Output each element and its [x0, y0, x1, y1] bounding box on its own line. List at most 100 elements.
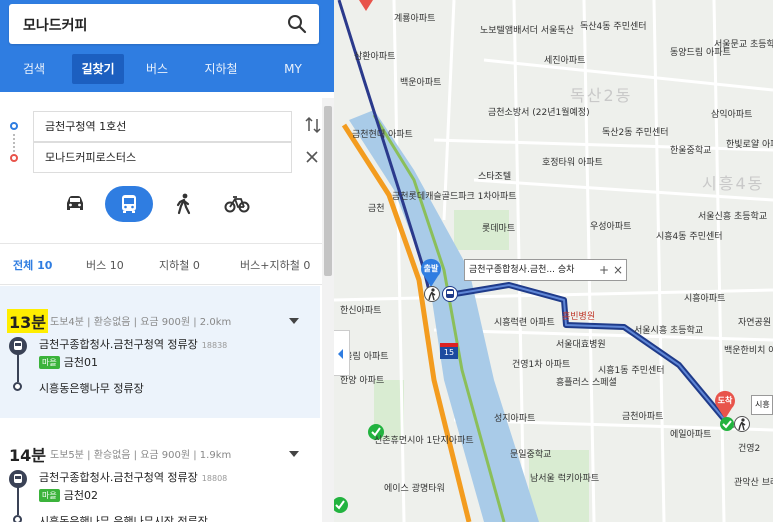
- map-label: 흥빈병원: [562, 312, 596, 322]
- search-input[interactable]: 모나드커피: [23, 15, 87, 35]
- map-label: 금천롯데캐슬골드파크 1차아파트: [392, 192, 517, 202]
- filter-label: 지하철: [159, 259, 190, 272]
- search-icon[interactable]: [287, 14, 307, 34]
- map-label: 우성아파트: [590, 222, 632, 232]
- alight-stop[interactable]: 시흥동은행나무 정류장: [39, 380, 144, 396]
- tab-subway[interactable]: 지하철: [190, 54, 252, 84]
- popup-text: 금천구종합청사.금천... 승차: [469, 265, 575, 275]
- top-bar: 모나드커피 검색 길찾기 버스 지하철 MY: [0, 0, 334, 92]
- close-icon[interactable]: ×: [613, 260, 623, 280]
- map-label: 서울신흥 초등학교: [698, 212, 768, 222]
- map-label: 시흥4동: [702, 174, 765, 193]
- route-result[interactable]: 13분 도보4분 | 환승없음 | 요금 900원 | 2.0km 금천구종합청…: [0, 286, 320, 418]
- alight-stop-icon: [13, 515, 22, 522]
- filter-bus-subway[interactable]: 버스+지하철 0: [240, 257, 310, 273]
- end-popup[interactable]: 시흥: [751, 395, 773, 415]
- filter-count: 0: [192, 259, 200, 272]
- chevron-down-icon[interactable]: [288, 317, 300, 325]
- filter-count: 0: [303, 259, 311, 272]
- bus-marker-icon: [442, 286, 458, 302]
- close-icon[interactable]: [305, 150, 319, 164]
- map-label: 에이스 광명타워: [384, 484, 445, 494]
- map-label: 삼익아파트: [711, 110, 753, 120]
- filter-all[interactable]: 전체 10: [10, 257, 55, 288]
- end-pin[interactable]: 도착: [714, 390, 736, 420]
- map-label: 동양드림 아파트: [670, 48, 731, 58]
- tab-search[interactable]: 검색: [0, 54, 68, 84]
- map-label: 금천현대 아파트: [352, 130, 413, 140]
- mode-car[interactable]: [52, 186, 98, 222]
- bus-line[interactable]: 마을 금천01: [39, 354, 98, 370]
- board-stop[interactable]: 금천구종합청사.금천구청역 정류장 18808: [39, 469, 227, 485]
- filter-count: 10: [109, 259, 124, 272]
- scrollbar-thumb[interactable]: [324, 106, 332, 276]
- map-label: 건영1차 아파트: [512, 360, 571, 370]
- map-label: 건영2: [738, 444, 761, 454]
- alight-stop[interactable]: 시흥동은행나무 은행나무시장 정류장: [39, 513, 208, 522]
- map-label: 독산2동 주민센터: [602, 128, 669, 138]
- bus-number: 금천01: [63, 356, 98, 369]
- map-label: 백운아파트: [400, 78, 442, 88]
- map-label: 남서울 럭키아파트: [530, 474, 600, 484]
- filter-label: 버스+지하철: [240, 259, 300, 272]
- board-stop-name: 금천구종합청사.금천구청역 정류장: [39, 338, 198, 351]
- map-label: 시흥1동 주민센터: [598, 366, 665, 376]
- filter-subway[interactable]: 지하철 0: [159, 257, 200, 273]
- start-pin[interactable]: 출발: [420, 258, 442, 288]
- bus-stop-icon: [9, 470, 27, 488]
- map-label: 노보텔앰배서더 서울독산: [480, 26, 574, 36]
- map-label: 신촌휴먼시아 1단지아파트: [374, 436, 474, 446]
- route-line: [17, 354, 19, 382]
- map-label: 계룡아파트: [394, 14, 436, 24]
- route-connector: [13, 134, 15, 152]
- chevron-down-icon[interactable]: [288, 450, 300, 458]
- map-label: 백운한비치 아파트: [724, 346, 773, 356]
- route-line: [17, 487, 19, 515]
- nav-tabs: 검색 길찾기 버스 지하철 MY: [0, 54, 334, 84]
- plus-icon[interactable]: +: [599, 260, 609, 280]
- end-field[interactable]: 모나드커피로스터스: [33, 142, 292, 173]
- bus-icon: [122, 195, 136, 213]
- search-box[interactable]: 모나드커피: [9, 4, 319, 44]
- mode-walk[interactable]: [161, 186, 207, 222]
- car-icon: [67, 196, 83, 210]
- route-result[interactable]: 14분 도보5분 | 환승없음 | 요금 900원 | 1.9km 금천구종합청…: [0, 420, 320, 522]
- bus-stop-icon: [9, 337, 27, 355]
- map-label: 한빛로얄 아파트: [726, 140, 773, 150]
- map-label: 시흥아파트: [684, 294, 726, 304]
- map-label: 시흥럭련 아파트: [494, 318, 555, 328]
- map-label: 삼환아파트: [354, 52, 396, 62]
- chevron-left-icon: [338, 349, 343, 359]
- map-label: 독산2동: [570, 86, 633, 105]
- mode-bike[interactable]: [214, 186, 260, 222]
- place-pin-icon[interactable]: [356, 0, 376, 12]
- walk-marker-icon: [424, 286, 440, 302]
- start-pin-label: 출발: [423, 264, 439, 273]
- tab-directions[interactable]: 길찾기: [72, 54, 124, 84]
- map-view[interactable]: 계룡아파트 노보텔앰배서더 서울독산 독산4동 주민센터 서울문교 초등학교 동…: [334, 0, 773, 522]
- map-label: 한양 아파트: [340, 376, 385, 386]
- bus-line[interactable]: 마을 금천02: [39, 487, 98, 503]
- alight-stop-icon: [13, 382, 22, 391]
- map-label: 금천아파트: [622, 412, 664, 422]
- stop-popup[interactable]: 금천구종합청사.금천... 승차 + ×: [464, 259, 627, 281]
- map-label: 흥플러스 스페셜: [556, 378, 617, 388]
- scrollbar[interactable]: [322, 98, 334, 522]
- swap-icon[interactable]: [305, 116, 321, 134]
- tab-bus[interactable]: 버스: [124, 54, 190, 84]
- mode-bus[interactable]: [105, 186, 153, 222]
- start-field[interactable]: 금천구청역 1호선: [33, 111, 292, 142]
- map-label: 성지아파트: [494, 414, 536, 424]
- collapse-panel-button[interactable]: [334, 330, 350, 376]
- map-label: 롯데마트: [482, 224, 516, 234]
- route-duration: 14분: [9, 446, 46, 465]
- result-filters: 전체 10 버스 10 지하철 0 버스+지하철 0: [0, 243, 334, 288]
- bus-type-badge: 마을: [39, 356, 60, 369]
- board-stop[interactable]: 금천구종합청사.금천구청역 정류장 18838: [39, 336, 227, 352]
- filter-count: 10: [37, 259, 53, 272]
- route-meta: 도보4분 | 환승없음 | 요금 900원 | 2.0km: [50, 317, 232, 328]
- route-duration: 13분: [7, 309, 48, 333]
- start-dot-icon: [10, 122, 18, 130]
- tab-my[interactable]: MY: [252, 54, 334, 84]
- filter-bus[interactable]: 버스 10: [86, 257, 124, 273]
